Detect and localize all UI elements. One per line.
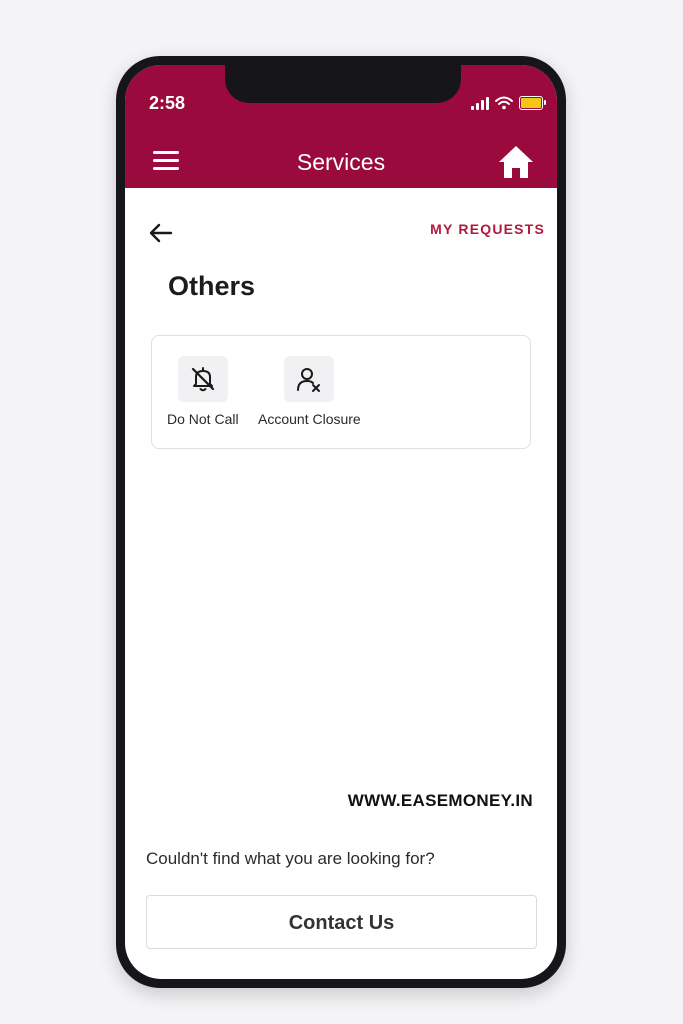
arrow-left-icon[interactable] — [147, 219, 175, 247]
services-card: Do Not Call Account Closure — [151, 335, 531, 449]
nav-bar: Services — [125, 137, 557, 187]
device-notch — [225, 65, 461, 103]
user-remove-icon — [297, 368, 321, 392]
service-label: Account Closure — [258, 411, 361, 427]
service-tile — [284, 356, 335, 402]
app-screen: 2:58 Services MY REQUESTS Others Do Not … — [125, 65, 557, 979]
phone-frame: 2:58 Services MY REQUESTS Others Do Not … — [116, 56, 566, 988]
battery-icon — [519, 96, 546, 110]
section-title: Others — [168, 271, 256, 301]
bell-off-icon — [191, 367, 214, 392]
service-account-closure[interactable]: Account Closure — [258, 356, 361, 427]
page-title: Services — [296, 149, 386, 175]
battery-level — [521, 98, 541, 108]
my-requests-link[interactable]: MY REQUESTS — [430, 221, 545, 237]
help-text: Couldn't find what you are looking for? — [146, 849, 435, 868]
app-header: 2:58 Services — [125, 65, 557, 188]
cellular-signal-icon — [471, 96, 489, 110]
service-label: Do Not Call — [167, 411, 239, 427]
watermark-text: WWW.EASEMONEY.IN — [347, 791, 533, 810]
status-icons — [471, 96, 546, 110]
home-icon[interactable] — [497, 143, 535, 181]
service-do-not-call[interactable]: Do Not Call — [167, 356, 239, 427]
wifi-icon — [495, 96, 513, 110]
contact-us-button[interactable]: Contact Us — [146, 895, 537, 949]
service-tile — [177, 356, 228, 402]
status-time: 2:58 — [149, 93, 186, 113]
